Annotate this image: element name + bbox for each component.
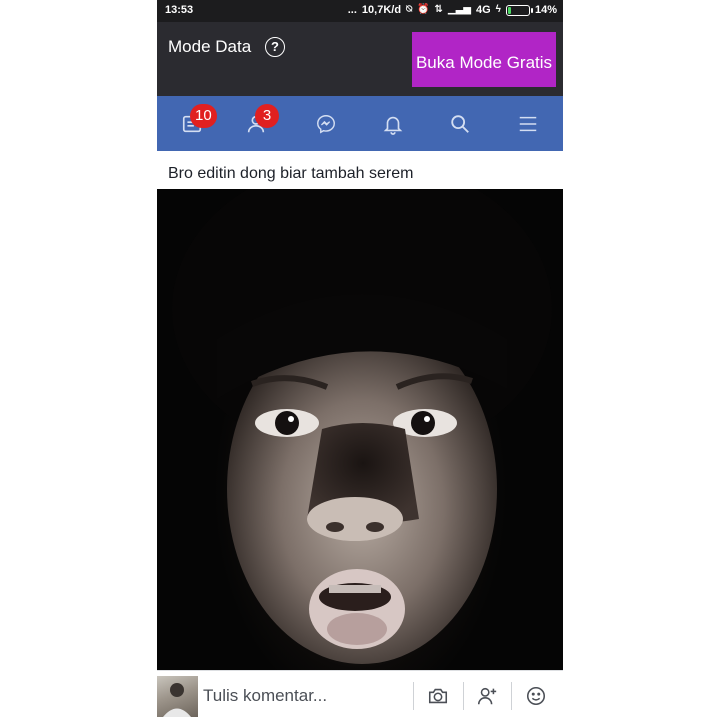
free-mode-button[interactable]: Buka Mode Gratis [412,32,556,87]
emoji-button[interactable] [523,683,549,709]
nav-item-messenger[interactable] [296,96,356,151]
network-speed: 10,7K/d [361,4,402,16]
nav-item-notifications[interactable] [363,96,423,151]
tag-friend-button[interactable] [474,683,500,709]
alarm-icon: ⏰ [417,4,430,15]
face-photo-illustration [172,189,552,664]
post-photo[interactable] [157,189,563,670]
data-transfer-icon: ⇅ [434,4,443,15]
status-dots: ... [347,4,357,16]
nav-bar: 10 3 [157,96,563,151]
question-circle-icon[interactable]: ? [265,37,285,57]
nav-item-menu[interactable] [498,96,558,151]
phone-screen: 13:53 ... 10,7K/d ⍉ ⏰ ⇅ ▁▃▅ 4G ϟ 14% Mod… [157,0,563,720]
divider [463,682,464,710]
alarm-off-icon: ⍉ [406,4,413,15]
battery-icon [505,4,533,16]
charging-icon: ϟ [495,4,501,15]
status-bar: 13:53 ... 10,7K/d ⍉ ⏰ ⇅ ▁▃▅ 4G ϟ 14% [157,0,563,22]
nav-item-friend-requests[interactable]: 3 [226,96,286,151]
battery-fill [507,6,511,14]
status-time: 13:53 [165,4,194,16]
menu-icon [519,116,537,131]
comment-input[interactable]: Tulis komentar... [203,686,327,706]
post-caption: Bro editin dong biar tambah serem [168,165,414,182]
comment-bar: Tulis komentar... [157,670,563,720]
nav-item-news-feed[interactable]: 10 [162,96,222,151]
data-mode-bar: Mode Data ? Buka Mode Gratis [157,22,563,96]
nav-item-search[interactable] [430,96,490,151]
friend-requests-badge: 3 [255,104,279,128]
emoji-icon [526,686,546,706]
camera-icon [428,688,448,704]
search-icon [451,114,469,133]
messenger-icon [317,114,335,134]
avatar-illustration [163,683,191,717]
divider [511,682,512,710]
signal-icon: ▁▃▅ [447,4,471,15]
notifications-bell-icon [383,116,403,135]
network-type: 4G [475,4,491,16]
status-right: ... 10,7K/d ⍉ ⏰ ⇅ ▁▃▅ 4G ϟ 14% [348,4,557,16]
mode-data-label: Mode Data [168,37,252,56]
news-feed-badge: 10 [190,104,217,128]
divider [413,682,414,710]
avatar [157,676,198,717]
tag-friend-icon [477,687,497,705]
camera-button[interactable] [425,683,451,709]
battery-percent: 14% [534,4,557,16]
